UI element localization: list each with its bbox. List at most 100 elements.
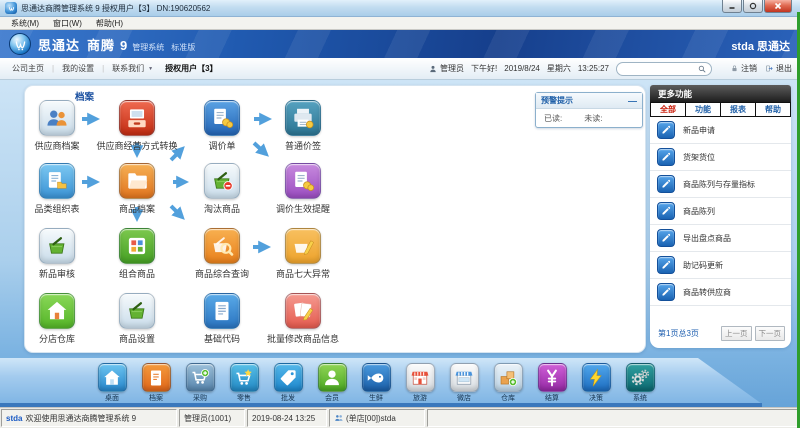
module-tile[interactable] — [119, 228, 155, 264]
status-empty — [427, 409, 799, 427]
sidebar-item-4[interactable]: 商品陈列 — [650, 198, 791, 225]
module-tile[interactable] — [119, 100, 155, 136]
tab-authorized-users[interactable]: 授权用户【3】 — [165, 63, 217, 74]
title-bar[interactable]: 思通达商腾管理系统 9 授权用户【3】 DN:190620562 — [0, 0, 800, 17]
screen-icon — [128, 109, 146, 128]
fish-icon — [367, 373, 384, 382]
module-tile[interactable] — [285, 293, 321, 329]
sidebar-item-icon — [657, 148, 675, 166]
alert-read-label: 已读: — [544, 113, 563, 123]
dock-item-11[interactable]: 结算 — [530, 363, 574, 403]
module-10[interactable]: 组合商品 — [89, 228, 185, 280]
dock-tile[interactable] — [581, 363, 611, 392]
module-tile[interactable] — [39, 228, 75, 264]
module-tile[interactable] — [39, 293, 75, 329]
dock-tile[interactable] — [361, 363, 391, 392]
sidebar-item-5[interactable]: 导出盘点商品 — [650, 225, 791, 252]
dock-tile[interactable] — [317, 363, 347, 392]
dock-tile[interactable] — [449, 363, 479, 392]
status-store-text: (单店[00])stda — [346, 413, 396, 423]
dock-item-3[interactable]: 采购 — [178, 363, 222, 403]
module-8[interactable]: 调价生效提醒 — [255, 163, 351, 215]
dock-tile[interactable] — [625, 363, 655, 392]
module-label: 调价生效提醒 — [275, 204, 330, 214]
pencil-icon — [662, 179, 671, 188]
dock-label: 档案 — [149, 395, 163, 402]
menu-item-3[interactable]: 帮助(H) — [89, 18, 130, 29]
search-box[interactable] — [616, 61, 712, 76]
nav-link-3[interactable]: 联系我们 — [112, 63, 144, 74]
time-text: 13:25:27 — [577, 64, 609, 73]
sidebar-tab-2[interactable]: 功能 — [686, 103, 720, 116]
module-12[interactable]: 商品七大异常 — [255, 228, 351, 280]
sidebar-item-2[interactable]: 货架货位 — [650, 144, 791, 171]
dock-item-2[interactable]: 档案 — [134, 363, 178, 403]
sidebar-item-7[interactable]: 商品转供应商 — [650, 279, 791, 306]
more-functions-panel: 更多功能 全部 功能 报表 帮助 新品申请 货架货位 商品陈列与存量指标 商品陈列 导出盘点商… — [650, 85, 791, 348]
module-tile[interactable] — [119, 163, 155, 199]
module-4[interactable]: 普通价签 — [255, 100, 351, 152]
page-info: 第1页总3页 — [658, 329, 699, 338]
dock-tile[interactable] — [141, 363, 171, 392]
dock-item-13[interactable]: 系统 — [618, 363, 662, 403]
module-14[interactable]: 商品设置 — [89, 293, 185, 345]
docs-pencil-icon — [294, 302, 314, 321]
dock-tile[interactable] — [405, 363, 435, 392]
pencil-icon — [662, 206, 671, 215]
module-tile[interactable] — [285, 163, 321, 199]
menu-item-2[interactable]: 窗口(W) — [46, 18, 89, 29]
dock-item-6[interactable]: 会员 — [310, 363, 354, 403]
module-tile[interactable] — [204, 228, 240, 264]
alert-header[interactable]: 预警提示 — — [536, 93, 642, 109]
minimize-button[interactable] — [722, 0, 742, 13]
nav-link-2[interactable]: 我的设置 — [62, 63, 94, 74]
sidebar-item-1[interactable]: 新品申请 — [650, 117, 791, 144]
dock-item-8[interactable]: 旅游 — [398, 363, 442, 403]
sidebar-tab-3[interactable]: 报表 — [721, 103, 755, 116]
module-tile[interactable] — [119, 293, 155, 329]
chevron-down-icon[interactable]: ▼ — [148, 66, 153, 72]
dock-tile[interactable] — [97, 363, 127, 392]
gears-icon — [631, 369, 650, 385]
module-tile[interactable] — [39, 163, 75, 199]
dock-item-9[interactable]: 微店 — [442, 363, 486, 403]
prev-page-button[interactable]: 上一页 — [721, 326, 752, 341]
module-tile[interactable] — [204, 100, 240, 136]
dock-item-4[interactable]: 零售 — [222, 363, 266, 403]
sidebar-tab-4[interactable]: 帮助 — [756, 103, 790, 116]
dock-tile[interactable] — [537, 363, 567, 392]
search-icon[interactable] — [697, 64, 707, 74]
dock-tile[interactable] — [185, 363, 215, 392]
module-16[interactable]: 批量修改商品信息 — [255, 293, 351, 345]
dock-tile[interactable] — [273, 363, 303, 392]
module-tile[interactable] — [39, 100, 75, 136]
maximize-button[interactable] — [743, 0, 763, 13]
module-tile[interactable] — [204, 293, 240, 329]
dock-tile[interactable] — [229, 363, 259, 392]
dock-item-7[interactable]: 生鲜 — [354, 363, 398, 403]
module-tile[interactable] — [204, 163, 240, 199]
search-input[interactable] — [621, 63, 697, 74]
module-6[interactable]: 商品档案 — [89, 163, 185, 215]
dock-item-1[interactable]: 桌面 — [90, 363, 134, 403]
nav-link-1[interactable]: 公司主页 — [12, 63, 44, 74]
dock-item-5[interactable]: 批发 — [266, 363, 310, 403]
menu-item-1[interactable]: 系统(M) — [4, 18, 46, 29]
dock-item-12[interactable]: 决策 — [574, 363, 618, 403]
house-icon — [47, 301, 67, 320]
sidebar-tab-1[interactable]: 全部 — [651, 103, 685, 116]
dock-tile[interactable] — [493, 363, 523, 392]
logout-button[interactable]: 注销 — [730, 63, 757, 74]
sidebar-item-6[interactable]: 助记码更新 — [650, 252, 791, 279]
next-page-button[interactable]: 下一页 — [754, 326, 785, 341]
app-window: 思通达商腾管理系统 9 授权用户【3】 DN:190620562 系统(M) 窗口… — [0, 0, 800, 428]
nav-right-area: 管理员 下午好! 2019/8/24 星期六 13:25:27 注销 退出 — [428, 61, 792, 76]
module-2[interactable]: 供应商经营方式转换 — [89, 100, 185, 152]
module-tile[interactable] — [285, 228, 321, 264]
dock-item-10[interactable]: 仓库 — [486, 363, 530, 403]
close-button[interactable] — [764, 0, 792, 13]
exit-button[interactable]: 退出 — [765, 63, 792, 74]
sidebar-item-3[interactable]: 商品陈列与存量指标 — [650, 171, 791, 198]
alert-minimize-button[interactable]: — — [628, 96, 637, 105]
module-tile[interactable] — [285, 100, 321, 136]
